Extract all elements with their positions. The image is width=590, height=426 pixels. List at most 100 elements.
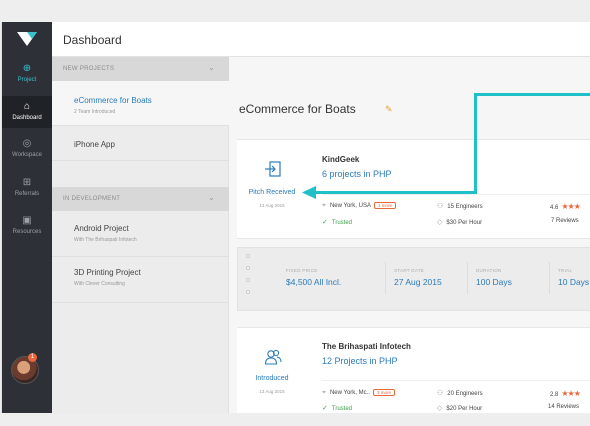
divider (549, 262, 550, 294)
rail-item-resources[interactable]: ▣ Resources (2, 215, 52, 236)
trusted-text: Trusted (331, 220, 352, 226)
rating-value: 2.8 (550, 392, 559, 398)
project-name: 3D Printing Project (74, 268, 141, 277)
detail-label: DURATION (476, 268, 502, 273)
chevron-down-icon: ⌄ (207, 193, 215, 202)
detail-value: 10 Days (558, 277, 590, 287)
reviews-count[interactable]: 7 Reviews (551, 218, 579, 224)
location-text: New York, USA (329, 203, 371, 210)
project-name: eCommerce for Boats (74, 96, 152, 105)
main-content: eCommerce for Boats ✎ Pitch Received 13 … (229, 57, 590, 413)
vendor-card-kindgeek[interactable]: Pitch Received 13 Aug 2015 KindGeek 6 pr… (237, 139, 590, 239)
progress-dots (246, 254, 252, 302)
rating: 4.6 ★★★ (550, 202, 581, 211)
rail-item-project[interactable]: ⊕ Project (2, 63, 52, 84)
engineers-icon: ⚇ (437, 390, 444, 397)
tag-icon: ◇ (437, 405, 443, 412)
more-locations-badge[interactable]: 1 more (373, 202, 396, 209)
location-pin-icon: ⌖ (322, 389, 326, 397)
chevron-down-icon: ⌄ (207, 63, 215, 72)
project-name: Android Project (74, 224, 129, 233)
detail-label: FIXED PRICE (286, 268, 318, 273)
project-item-android[interactable]: Android Project With The Brihaspati Info… (52, 211, 229, 257)
status-label: Introduced (255, 375, 289, 382)
dot (246, 254, 250, 258)
annotation-arrow-vertical (474, 93, 477, 194)
briefcase-icon: ▣ (22, 215, 32, 226)
project-subtitle: With The Brihaspati Infotech (74, 237, 137, 243)
dot (246, 278, 250, 282)
vendor-card-brihaspati[interactable]: Introduced 13 Aug 2015 The Brihaspati In… (237, 327, 590, 413)
company-name[interactable]: The Brihaspati Infotech (322, 342, 411, 351)
trusted: ✓ Trusted (322, 404, 352, 412)
notification-badge: 1 (28, 353, 37, 362)
plus-circle-icon: ⊕ (22, 63, 32, 74)
rail-item-label: Dashboard (12, 115, 42, 121)
detail-value: 27 Aug 2015 (394, 277, 442, 287)
status-date: 13 Aug 2015 (259, 203, 285, 208)
rail-item-dashboard[interactable]: ⌂ Dashboard (2, 96, 52, 128)
project-item-ecommerce[interactable]: eCommerce for Boats 2 Team Introduced (52, 81, 229, 126)
status-label: Pitch Received (248, 189, 296, 196)
rail-item-referrals[interactable]: ⊞ Referrals (2, 177, 52, 198)
detail-value: $4,500 All Incl. (286, 277, 342, 287)
gift-icon: ⊞ (22, 177, 32, 188)
detail-value: 100 Days (476, 277, 512, 287)
page-header-title: Dashboard (63, 33, 122, 47)
project-details-strip: FIXED PRICE $4,500 All Incl. START DATE … (237, 247, 590, 311)
location: ⌖ New York, Mc.. 3 more (322, 389, 395, 397)
divider (322, 380, 590, 381)
tag-icon: ◇ (437, 219, 443, 226)
annotation-arrow-top (474, 93, 590, 96)
rate: ◇ $30 Per Hour (437, 218, 482, 226)
check-circle-icon: ✓ (322, 405, 328, 412)
project-title: eCommerce for Boats (239, 102, 356, 116)
project-count: 6 projects in PHP (322, 169, 392, 179)
section-title: IN DEVELOPMENT (63, 196, 121, 202)
project-tech: in PHP (369, 356, 398, 366)
annotation-arrow-horizontal (312, 191, 477, 194)
detail-label: START DATE (394, 268, 425, 273)
logo-icon[interactable] (2, 22, 52, 56)
location: ⌖ New York, USA 1 more (322, 202, 396, 210)
divider (467, 262, 468, 294)
top-bar: Dashboard (52, 22, 590, 57)
rate: ◇ $20 Per Hour (437, 404, 482, 412)
project-item-iphone[interactable]: iPhone App (52, 126, 229, 161)
section-header-in-development[interactable]: IN DEVELOPMENT ⌄ (52, 187, 229, 211)
location-pin-icon: ⌖ (322, 202, 326, 210)
project-subtitle: 2 Team Introduced (74, 109, 116, 115)
rail-item-label: Project (17, 77, 37, 83)
company-name[interactable]: KindGeek (322, 155, 359, 164)
rail-item-label: Workspace (12, 152, 42, 158)
section-header-new-projects[interactable]: NEW PROJECTS ⌄ (52, 57, 229, 81)
rating-value: 4.6 (550, 205, 559, 211)
side-rail: ⊕ Project ⌂ Dashboard ◎ Workspace ⊞ Refe… (2, 22, 52, 413)
project-name: iPhone App (74, 140, 115, 149)
location-text: New York, Mc.. (329, 390, 370, 397)
project-count-value: 6 projects (322, 169, 362, 179)
status-date: 13 Aug 2015 (259, 389, 285, 394)
detail-trial: TRIAL 10 Days (558, 268, 589, 287)
detail-duration: DURATION 100 Days (476, 268, 512, 287)
rate-text: $20 Per Hour (446, 406, 483, 412)
more-locations-badge[interactable]: 3 more (372, 389, 395, 396)
reviews-count[interactable]: 14 Reviews (548, 404, 579, 410)
detail-start-date: START DATE 27 Aug 2015 (394, 268, 442, 287)
project-item-3d-printing[interactable]: 3D Printing Project With Clever Consulti… (52, 257, 229, 303)
target-icon: ◎ (22, 138, 32, 149)
engineers-icon: ⚇ (437, 203, 444, 210)
detail-fixed-price: FIXED PRICE $4,500 All Incl. (286, 268, 341, 287)
users-icon (264, 349, 282, 365)
trusted-text: Trusted (331, 406, 352, 412)
engineers-text: 15 Engineers (447, 204, 483, 210)
check-circle-icon: ✓ (322, 219, 328, 226)
divider (385, 262, 386, 294)
arrow-head-icon (302, 186, 316, 199)
project-tech: in PHP (363, 169, 392, 179)
rail-item-workspace[interactable]: ◎ Workspace (2, 138, 52, 159)
edit-icon[interactable]: ✎ (385, 104, 393, 115)
section-title: NEW PROJECTS (63, 66, 115, 72)
star-rating-icon: ★★★ (561, 202, 580, 211)
engineers-text: 20 Engineers (447, 391, 483, 397)
